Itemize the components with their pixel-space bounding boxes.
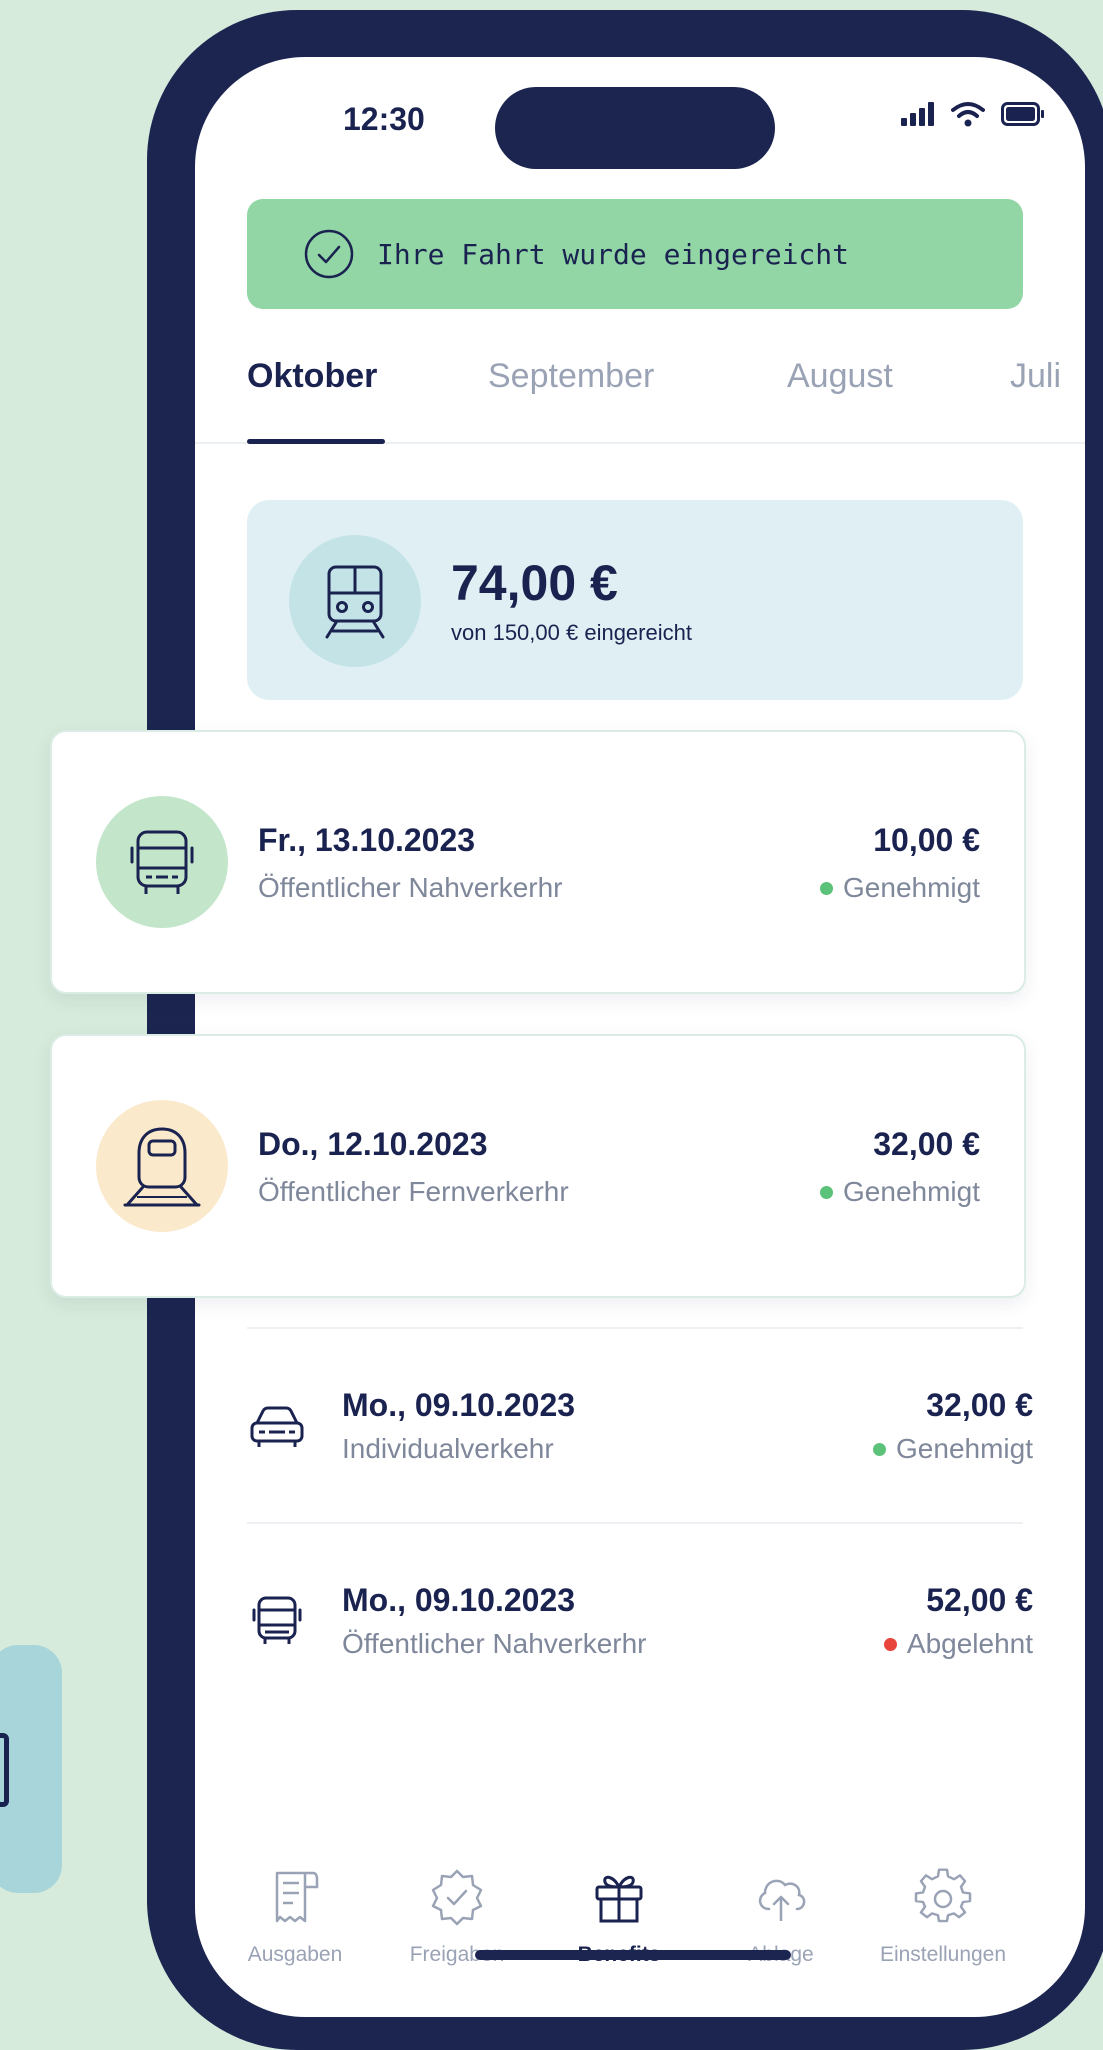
trip-date: Fr., 13.10.2023 bbox=[258, 822, 476, 858]
trip-amount: 10,00 € bbox=[873, 822, 980, 858]
tab-september[interactable]: September bbox=[488, 357, 654, 396]
tab-juli[interactable]: Juli bbox=[1010, 357, 1061, 396]
trip-card[interactable]: Fr., 13.10.2023 Öffentlicher Nahverkerhr… bbox=[50, 730, 1026, 994]
signal-icon bbox=[901, 102, 934, 126]
summary-icon-circle bbox=[289, 535, 421, 667]
wifi-icon bbox=[951, 102, 985, 127]
side-app-tile bbox=[0, 1645, 62, 1893]
trip-icon-circle bbox=[96, 796, 228, 928]
tab-oktober[interactable]: Oktober bbox=[247, 357, 377, 396]
trip-card[interactable]: Do., 12.10.2023 Öffentlicher Fernverkerh… bbox=[50, 1034, 1026, 1298]
bus-icon bbox=[130, 830, 194, 894]
success-toast: Ihre Fahrt wurde eingereicht bbox=[247, 199, 1023, 309]
trip-type: Öffentlicher Nahverkerhr bbox=[258, 872, 563, 903]
trip-icon-circle bbox=[96, 1100, 228, 1232]
check-circle-icon bbox=[304, 229, 354, 279]
trip-type: Öffentlicher Fernverkerhr bbox=[258, 1176, 569, 1207]
dynamic-island bbox=[495, 87, 775, 169]
summary-amount: 74,00 € bbox=[451, 555, 618, 611]
summary-subtitle: von 150,00 € eingereicht bbox=[451, 620, 692, 645]
summary-card: 74,00 € von 150,00 € eingereicht bbox=[247, 500, 1023, 700]
train-icon bbox=[325, 565, 385, 639]
high-speed-train-icon bbox=[123, 1127, 201, 1207]
tab-august[interactable]: August bbox=[787, 357, 893, 396]
active-tab-indicator bbox=[247, 439, 385, 444]
trip-status: Genehmigt bbox=[820, 1176, 980, 1208]
status-dot bbox=[820, 1185, 834, 1199]
status-icons bbox=[901, 101, 1045, 127]
status-time: 12:30 bbox=[343, 101, 425, 137]
status-label: Genehmigt bbox=[843, 1176, 980, 1207]
side-tile-mark bbox=[0, 1733, 9, 1807]
toast-message: Ihre Fahrt wurde eingereicht bbox=[377, 237, 850, 271]
trip-amount: 32,00 € bbox=[873, 1126, 980, 1162]
status-label: Genehmigt bbox=[843, 872, 980, 903]
status-dot bbox=[820, 881, 834, 895]
trip-status: Genehmigt bbox=[820, 872, 980, 904]
month-tabs: Oktober September August Juli bbox=[195, 357, 1085, 507]
battery-icon bbox=[1001, 102, 1044, 126]
trip-date: Do., 12.10.2023 bbox=[258, 1126, 488, 1162]
